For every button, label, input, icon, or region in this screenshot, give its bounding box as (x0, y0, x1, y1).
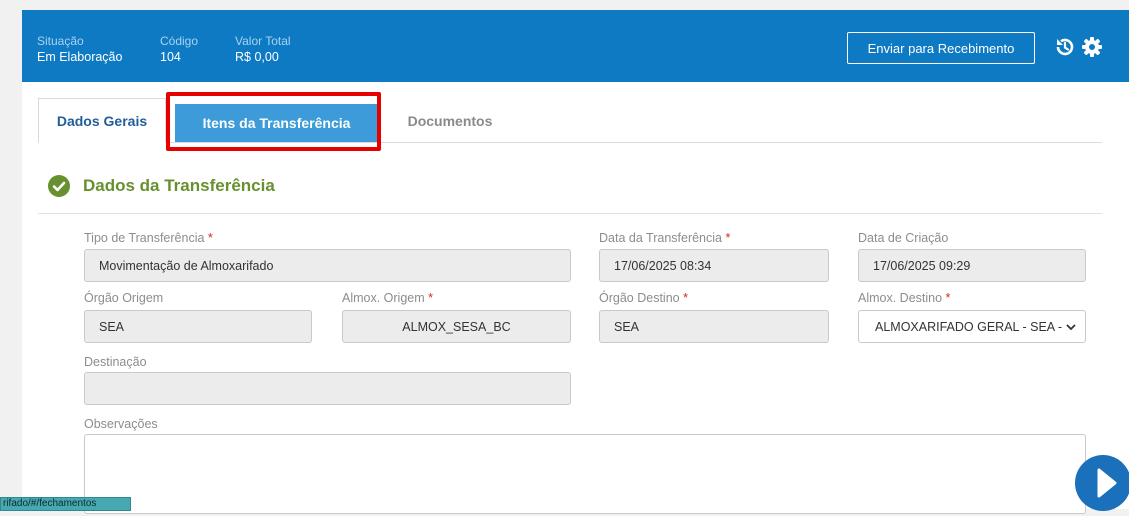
destinacao-label: Destinação (84, 355, 147, 369)
orgao-destino-field[interactable]: SEA (599, 310, 829, 343)
almox-destino-value: ALMOXARIFADO GERAL - SEA - (875, 319, 1063, 334)
orgao-destino-label: Órgão Destino * (599, 291, 688, 305)
header-bar: Situação Em Elaboração Código 104 Valor … (22, 10, 1129, 82)
tipo-field[interactable]: Movimentação de Almoxarifado (84, 249, 571, 282)
codigo-value: 104 (160, 50, 181, 64)
tab-documentos[interactable]: Documentos (390, 98, 510, 143)
status-info: Situação Em Elaboração (37, 34, 122, 66)
codigo-info: Código 104 (160, 34, 198, 66)
data-transferencia-label: Data da Transferência * (599, 231, 731, 245)
tab-bar: Dados Gerais Itens da Transferência Docu… (38, 98, 1102, 143)
next-step-button[interactable] (1075, 455, 1129, 511)
data-criacao-label: Data de Criação (858, 231, 949, 245)
check-circle-icon (48, 175, 70, 197)
chevron-down-icon (1066, 324, 1076, 331)
section-divider (38, 213, 1102, 214)
tipo-label: Tipo de Transferência * (84, 231, 213, 245)
valor-info: Valor Total R$ 0,00 (235, 34, 291, 66)
destinacao-field[interactable] (84, 372, 571, 405)
send-to-receipt-button[interactable]: Enviar para Recebimento (847, 32, 1035, 64)
situacao-label: Situação (37, 34, 84, 48)
almox-destino-select[interactable]: ALMOXARIFADO GERAL - SEA - (858, 310, 1086, 343)
almox-destino-label: Almox. Destino * (858, 291, 951, 305)
observacoes-label: Observações (84, 417, 158, 431)
orgao-origem-field[interactable]: SEA (84, 310, 312, 343)
section-header: Dados da Transferência (48, 175, 275, 197)
tab-dados-gerais[interactable]: Dados Gerais (38, 98, 166, 143)
almox-origem-field[interactable]: ALMOX_SESA_BC (342, 310, 571, 343)
section-title: Dados da Transferência (83, 176, 275, 195)
gear-icon[interactable] (1080, 35, 1104, 59)
data-criacao-field[interactable]: 17/06/2025 09:29 (858, 249, 1086, 282)
codigo-label: Código (160, 34, 199, 48)
valor-value: R$ 0,00 (235, 50, 279, 64)
valor-label: Valor Total (235, 34, 291, 48)
play-icon (1097, 468, 1117, 498)
situacao-value: Em Elaboração (37, 50, 123, 64)
data-transferencia-field[interactable]: 17/06/2025 08:34 (599, 249, 829, 282)
observacoes-textarea[interactable] (84, 434, 1086, 514)
tab-itens-transferencia[interactable]: Itens da Transferência (175, 104, 378, 142)
orgao-origem-label: Órgão Origem (84, 291, 164, 305)
main-panel: Situação Em Elaboração Código 104 Valor … (22, 10, 1129, 514)
almox-origem-label: Almox. Origem * (342, 291, 434, 305)
history-icon[interactable] (1053, 35, 1077, 59)
